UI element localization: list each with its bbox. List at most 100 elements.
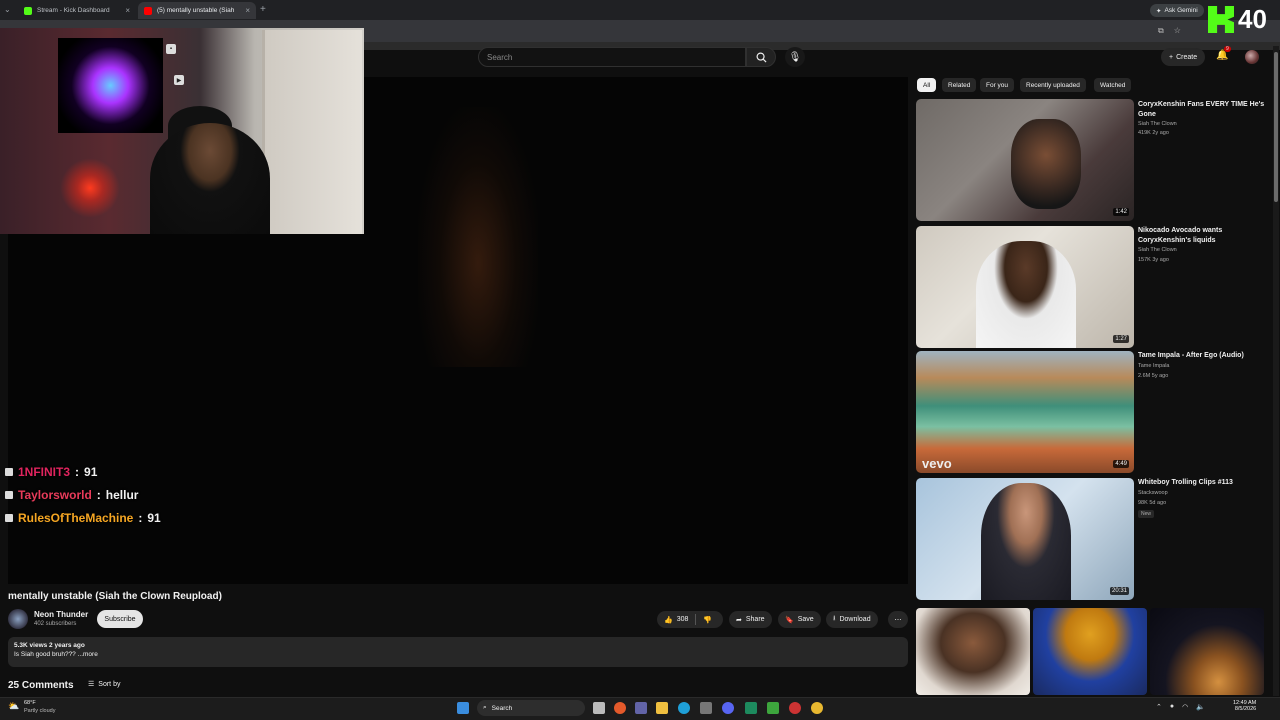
file-explorer-icon[interactable] bbox=[656, 702, 668, 714]
chip-all[interactable]: All bbox=[917, 78, 937, 92]
description-box[interactable]: 5.3K views 2 years ago Is Siah good bruh… bbox=[8, 637, 908, 667]
subscribe-button[interactable]: Subscribe bbox=[97, 610, 143, 628]
video-title[interactable]: CoryxKenshin Fans EVERY TIME He's Gone bbox=[1138, 100, 1268, 120]
new-badge: New bbox=[1138, 510, 1155, 518]
page-scrollbar[interactable] bbox=[1273, 46, 1279, 696]
short-thumbnail[interactable] bbox=[916, 608, 1030, 695]
like-button[interactable]: 👍 308 bbox=[664, 616, 688, 624]
download-label: Download bbox=[839, 616, 871, 623]
video-channel[interactable]: Siah The Clown bbox=[1138, 121, 1177, 127]
video-channel[interactable]: Tame Impala bbox=[1138, 363, 1170, 369]
chat-username: RulesOfTheMachine bbox=[18, 511, 134, 525]
volume-icon[interactable]: 🔈 bbox=[1196, 703, 1205, 711]
clock[interactable]: 12:49 AM 8/5/2026 bbox=[1233, 700, 1256, 712]
views-and-date: 5.3K views 2 years ago bbox=[14, 642, 85, 649]
video-title[interactable]: Tame Impala - After Ego (Audio) bbox=[1138, 351, 1268, 361]
vevo-logo: vevo bbox=[922, 456, 952, 471]
browser-toolbar-icons: ⧉ ☆ bbox=[1158, 26, 1181, 36]
mic-button[interactable]: 🎙 bbox=[785, 47, 805, 67]
video-title[interactable]: Nikocado Avocado wants CoryxKenshin's li… bbox=[1138, 226, 1268, 246]
chip-for-you[interactable]: For you bbox=[980, 78, 1015, 92]
search-placeholder: Search bbox=[487, 52, 513, 62]
chevron-up-icon[interactable]: ⌃ bbox=[1156, 703, 1162, 711]
search-icon bbox=[756, 52, 767, 63]
tab-youtube-video[interactable]: (5) mentally unstable (Siah × bbox=[138, 2, 256, 19]
tab-kick-dashboard[interactable]: Stream - Kick Dashboard × bbox=[18, 2, 136, 19]
sort-icon: ☰ bbox=[88, 681, 95, 688]
dislike-button[interactable]: 👎 bbox=[703, 616, 712, 624]
video-meta: 2.6M 5y ago bbox=[1138, 373, 1169, 379]
chip-recently-uploaded[interactable]: Recently uploaded bbox=[1020, 78, 1086, 92]
discord-icon[interactable] bbox=[722, 702, 734, 714]
save-button[interactable]: 🔖 Save bbox=[778, 611, 821, 628]
tray-icon[interactable]: ● bbox=[1170, 703, 1174, 711]
app-icon[interactable] bbox=[745, 702, 757, 714]
chat-separator: : bbox=[75, 465, 80, 479]
chip-related[interactable]: Related bbox=[942, 78, 977, 92]
ask-gemini-button[interactable]: ✦ Ask Gemini bbox=[1150, 4, 1204, 17]
store-icon[interactable] bbox=[700, 702, 712, 714]
notifications-button[interactable]: 🔔 9 bbox=[1216, 46, 1231, 61]
kick-logo-icon bbox=[1208, 6, 1234, 33]
sort-label: Sort by bbox=[98, 680, 121, 688]
chip-watched[interactable]: Watched bbox=[1094, 78, 1132, 92]
start-icon[interactable] bbox=[457, 702, 469, 714]
video-duration: 4:49 bbox=[1113, 460, 1129, 468]
share-button[interactable]: ➦ Share bbox=[729, 611, 772, 628]
webcam-lamp bbox=[60, 158, 120, 218]
video-thumbnail[interactable]: vevo 4:49 bbox=[916, 351, 1134, 473]
close-icon[interactable]: × bbox=[125, 6, 130, 15]
divider bbox=[695, 614, 697, 625]
chat-username: Taylorsworld bbox=[18, 488, 92, 502]
chat-text: hellur bbox=[105, 488, 139, 502]
video-thumbnail[interactable]: 20:31 bbox=[916, 478, 1134, 600]
search-button[interactable] bbox=[746, 47, 776, 67]
chat-message: 1NFINIT3 : 91 bbox=[5, 465, 97, 479]
chat-message: Taylorsworld : hellur bbox=[5, 488, 138, 502]
notification-count: 9 bbox=[1224, 46, 1231, 52]
search-input[interactable]: Search bbox=[478, 47, 746, 67]
taskbar-search[interactable]: ⌕ Search bbox=[477, 700, 585, 716]
teams-icon[interactable] bbox=[635, 702, 647, 714]
video-thumbnail[interactable]: 1:42 bbox=[916, 99, 1134, 221]
weather-temp[interactable]: 68°F bbox=[24, 700, 36, 706]
thumbs-down-icon: 👎 bbox=[703, 616, 713, 624]
video-meta: 157K 3y ago bbox=[1138, 257, 1169, 263]
create-button[interactable]: + Create bbox=[1161, 48, 1206, 66]
account-avatar[interactable] bbox=[1245, 50, 1259, 64]
video-channel[interactable]: Stackswoop bbox=[1138, 490, 1168, 496]
app-icon[interactable] bbox=[789, 702, 801, 714]
video-title[interactable]: Whiteboy Trolling Clips #113 bbox=[1138, 478, 1268, 488]
download-button[interactable]: ⭳ Download bbox=[826, 611, 878, 628]
search-icon: ⌕ bbox=[483, 704, 487, 711]
short-thumbnail[interactable] bbox=[1150, 608, 1264, 695]
new-tab-icon[interactable]: + bbox=[260, 4, 266, 15]
close-icon[interactable]: × bbox=[245, 6, 250, 15]
share-label: Share bbox=[745, 616, 765, 623]
tab-search-icon[interactable]: ⌄ bbox=[4, 5, 11, 14]
sort-comments-button[interactable]: ☰ Sort by bbox=[88, 680, 121, 689]
edge-icon[interactable] bbox=[678, 702, 690, 714]
channel-name[interactable]: Neon Thunder bbox=[34, 610, 88, 619]
create-label: Create bbox=[1176, 53, 1198, 61]
chat-separator: : bbox=[138, 511, 143, 525]
short-thumbnail[interactable] bbox=[1033, 608, 1147, 695]
streamer-webcam: ▪ ▶ bbox=[0, 28, 364, 234]
star-icon[interactable]: ☆ bbox=[1174, 26, 1181, 36]
download-icon: ⭳ bbox=[833, 615, 836, 622]
minecraft-icon[interactable] bbox=[767, 702, 779, 714]
cast-icon[interactable]: ⧉ bbox=[1158, 26, 1164, 36]
more-actions-button[interactable]: ⋯ bbox=[888, 611, 908, 628]
wifi-icon[interactable]: ◠ bbox=[1182, 703, 1188, 711]
share-icon: ➦ bbox=[736, 616, 742, 624]
channel-avatar[interactable] bbox=[8, 609, 28, 629]
scrollbar-thumb[interactable] bbox=[1274, 52, 1278, 202]
task-view-icon[interactable] bbox=[593, 702, 605, 714]
like-count: 308 bbox=[676, 616, 689, 623]
viewer-count: 40 bbox=[1238, 4, 1267, 34]
video-channel[interactable]: Siah The Clown bbox=[1138, 247, 1177, 253]
video-thumbnail[interactable]: 1:27 bbox=[916, 226, 1134, 348]
app-icon[interactable] bbox=[614, 702, 626, 714]
video-meta: 419K 2y ago bbox=[1138, 130, 1169, 136]
chrome-icon[interactable] bbox=[811, 702, 823, 714]
